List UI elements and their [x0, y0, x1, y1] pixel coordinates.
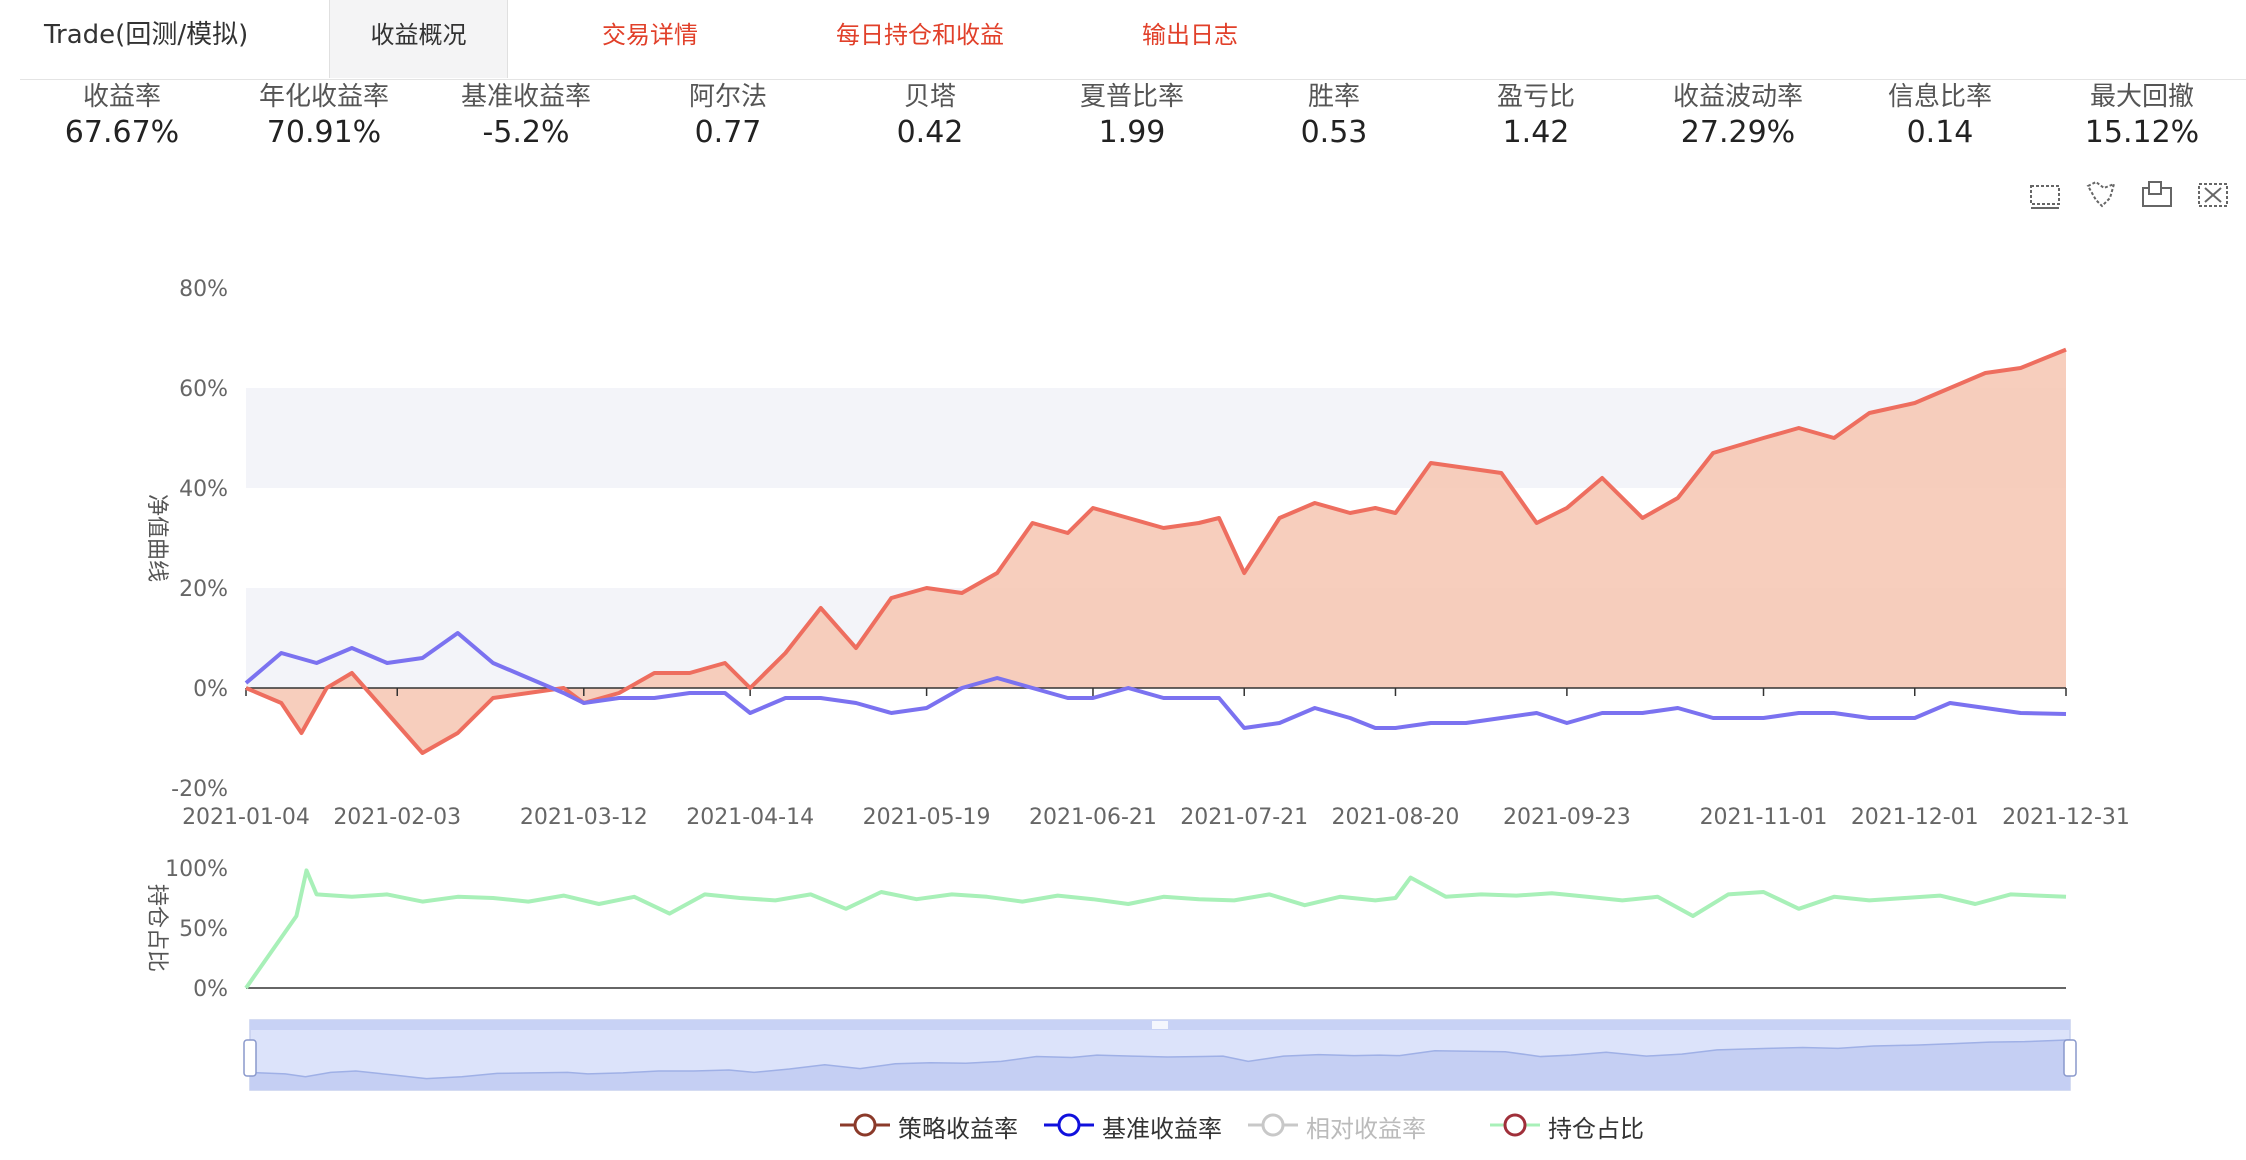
x-tick-label: 2021-05-19: [863, 805, 991, 830]
x-tick-label: 2021-09-23: [1503, 805, 1631, 830]
y-axis-label: 持仓占比: [144, 884, 169, 972]
datazoom-right-handle[interactable]: [2063, 1039, 2077, 1077]
datazoom-move-grip[interactable]: [1152, 1021, 1168, 1029]
y-tick-label: 50%: [179, 917, 228, 942]
performance-chart: -20% 0% 20% 40% 60% 80% 净值曲线 2021-01-04 2021-02-…: [144, 277, 2130, 1091]
legend-label: 基准收益率: [1102, 1115, 1222, 1143]
y-tick-label: -20%: [171, 777, 228, 802]
y-tick-label: 40%: [179, 477, 228, 502]
y-tick-label: 80%: [179, 277, 228, 302]
y-tick-label: 100%: [165, 857, 228, 882]
x-tick-label: 2021-07-21: [1180, 805, 1308, 830]
x-tick-label: 2021-12-01: [1851, 805, 1979, 830]
x-tick-label: 2021-06-21: [1029, 805, 1157, 830]
x-tick-label: 2021-03-12: [520, 805, 648, 830]
backtest-report: Trade(回测/模拟) 收益概况 交易详情 每日持仓和收益 输出日志 收益率 6…: [0, 0, 2246, 1160]
y-axis-label: 净值曲线: [144, 494, 169, 582]
x-tick-label: 2021-12-31: [2002, 805, 2130, 830]
y-tick-label: 0%: [193, 677, 228, 702]
legend-label: 持仓占比: [1548, 1115, 1644, 1143]
y-tick-label: 20%: [179, 577, 228, 602]
x-tick-label: 2021-01-04: [182, 805, 310, 830]
x-tick-label: 2021-04-14: [686, 805, 814, 830]
datazoom-left-handle[interactable]: [243, 1039, 257, 1077]
legend-label: 策略收益率: [898, 1115, 1018, 1143]
x-tick-label: 2021-11-01: [1700, 805, 1828, 830]
x-tick-label: 2021-08-20: [1332, 805, 1460, 830]
x-tick-label: 2021-02-03: [333, 805, 461, 830]
y-tick-label: 60%: [179, 377, 228, 402]
holding-line: [244, 868, 2067, 990]
legend-label: 相对收益率: [1306, 1115, 1426, 1143]
y-tick-label: 0%: [193, 977, 228, 1002]
